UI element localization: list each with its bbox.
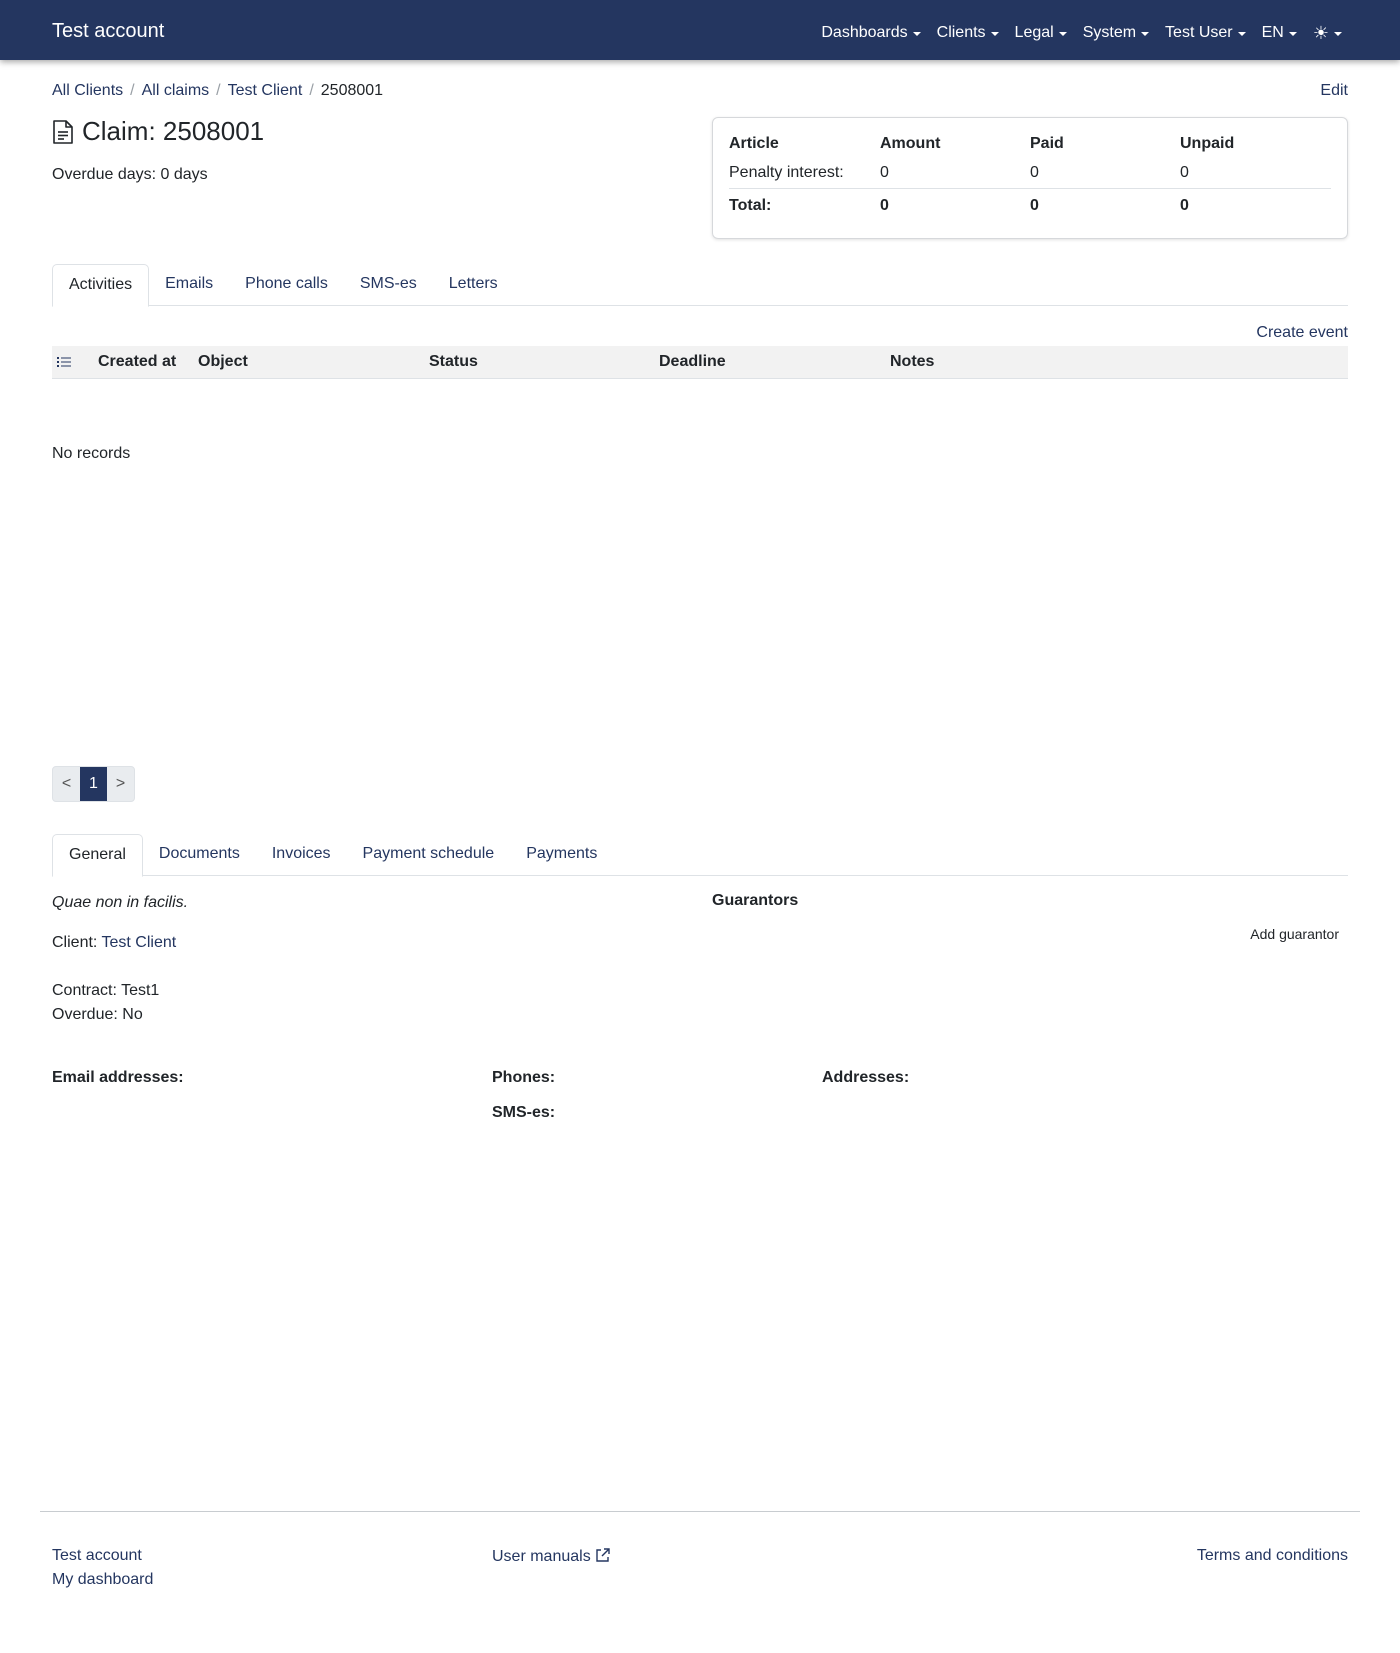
breadcrumb-separator: /	[309, 82, 314, 99]
sun-icon: ☀	[1312, 23, 1329, 43]
phones-label: Phones:	[492, 1069, 556, 1086]
tab-payment-schedule[interactable]: Payment schedule	[347, 834, 511, 876]
nav-user-label: Test User	[1165, 24, 1233, 41]
table-cell: 0	[1180, 158, 1331, 189]
tab-invoices[interactable]: Invoices	[256, 834, 347, 876]
nav-system[interactable]: System	[1082, 24, 1150, 42]
document-icon	[53, 119, 73, 144]
amount-summary-card: Article Amount Paid Unpaid Penalty inter…	[712, 117, 1348, 239]
contract-line: Contract: Test1	[52, 982, 160, 999]
column-header: Article	[729, 135, 779, 152]
breadcrumb-separator: /	[130, 82, 135, 99]
column-header: Unpaid	[1180, 135, 1235, 152]
footer-account-link[interactable]: Test account	[52, 1547, 142, 1565]
top-navbar: Test account Dashboards Clients Legal Sy…	[0, 0, 1400, 60]
guarantors-heading: Guarantors	[712, 892, 799, 909]
overdue-line: Overdue: No	[52, 1006, 143, 1023]
caret-down-icon	[1288, 32, 1297, 36]
create-event-link[interactable]: Create event	[1256, 324, 1348, 342]
column-deadline[interactable]: Deadline	[659, 353, 726, 371]
column-created-at[interactable]: Created at	[98, 353, 176, 371]
tab-general[interactable]: General	[52, 834, 143, 877]
table-header-row: Article Amount Paid Unpaid	[729, 128, 1331, 158]
caret-down-icon	[1334, 32, 1342, 36]
client-label: Client:	[52, 934, 98, 951]
caret-down-icon	[1058, 32, 1067, 36]
table-cell: Penalty interest:	[729, 158, 880, 189]
caret-down-icon	[990, 32, 999, 36]
breadcrumb: All Clients / All claims / Test Client /…	[52, 82, 383, 100]
table-cell: 0	[1030, 158, 1180, 189]
pagination-prev[interactable]: <	[53, 767, 80, 801]
page-title: Claim: 2508001	[52, 116, 264, 147]
nav-system-label: System	[1082, 24, 1137, 41]
caret-down-icon	[912, 32, 921, 36]
pagination-page[interactable]: 1	[80, 767, 107, 801]
nav-user[interactable]: Test User	[1165, 24, 1246, 42]
page-title-text: Claim: 2508001	[82, 116, 265, 146]
table-cell: 0	[880, 196, 889, 214]
amount-summary-table: Article Amount Paid Unpaid Penalty inter…	[729, 128, 1331, 219]
external-link-icon	[596, 1548, 610, 1562]
breadcrumb-all-claims[interactable]: All claims	[142, 82, 210, 100]
tab-emails[interactable]: Emails	[149, 264, 229, 306]
table-cell: 0	[1030, 196, 1039, 214]
breadcrumb-test-client[interactable]: Test Client	[228, 82, 303, 100]
nav-clients-label: Clients	[936, 24, 986, 41]
total-row: Total: 0 0 0	[729, 188, 1331, 219]
pagination-next[interactable]: >	[107, 767, 134, 801]
breadcrumb-all-clients[interactable]: All Clients	[52, 82, 123, 100]
column-object[interactable]: Object	[198, 353, 248, 371]
tab-payments[interactable]: Payments	[510, 834, 613, 876]
tab-sms[interactable]: SMS-es	[344, 264, 433, 306]
activity-table-header: Created at Object Status Deadline Notes	[52, 346, 1348, 379]
tab-activities[interactable]: Activities	[52, 264, 150, 307]
client-line: Client: Test Client	[52, 934, 176, 952]
no-records-message: No records	[52, 445, 131, 462]
nav-legal-label: Legal	[1014, 24, 1054, 41]
nav-legal[interactable]: Legal	[1015, 24, 1067, 42]
table-cell: Total:	[729, 196, 772, 214]
column-header: Paid	[1030, 135, 1064, 152]
breadcrumb-current: 2508001	[320, 82, 384, 99]
detail-tabs: General Documents Invoices Payment sched…	[52, 834, 1348, 877]
edit-link[interactable]: Edit	[1320, 82, 1348, 100]
nav-language[interactable]: EN	[1262, 24, 1297, 42]
list-icon[interactable]	[56, 355, 72, 369]
column-notes[interactable]: Notes	[890, 353, 934, 371]
table-cell: 0	[880, 158, 1030, 189]
sms-label: SMS-es:	[492, 1104, 556, 1121]
nav-dashboards[interactable]: Dashboards	[821, 24, 921, 42]
footer-divider	[40, 1511, 1360, 1512]
nav-menu: Dashboards Clients Legal System Test Use…	[805, 24, 1342, 42]
table-row: Penalty interest: 0 0 0	[729, 158, 1331, 189]
brand-link[interactable]: Test account	[52, 20, 164, 43]
tab-phone-calls[interactable]: Phone calls	[229, 264, 344, 306]
footer-terms-link[interactable]: Terms and conditions	[1197, 1547, 1348, 1565]
footer-manuals-label: User manuals	[492, 1548, 591, 1565]
column-status[interactable]: Status	[429, 353, 478, 371]
overdue-days: Overdue days: 0 days	[52, 166, 208, 183]
nav-theme[interactable]: ☀	[1313, 24, 1342, 42]
add-guarantor-button[interactable]: Add guarantor	[1250, 926, 1339, 942]
email-addresses-label: Email addresses:	[52, 1069, 184, 1086]
footer-dashboard-link[interactable]: My dashboard	[52, 1571, 153, 1589]
addresses-label: Addresses:	[822, 1069, 910, 1086]
caret-down-icon	[1141, 32, 1150, 36]
nav-language-label: EN	[1261, 24, 1284, 41]
column-header: Amount	[880, 135, 941, 152]
activity-tabs: Activities Emails Phone calls SMS-es Let…	[52, 264, 1348, 307]
tab-letters[interactable]: Letters	[433, 264, 514, 306]
nav-clients[interactable]: Clients	[937, 24, 999, 42]
table-cell: 0	[1180, 196, 1189, 214]
nav-dashboards-label: Dashboards	[821, 24, 908, 41]
caret-down-icon	[1237, 32, 1246, 36]
pagination: < 1 >	[52, 766, 135, 802]
claim-description: Quae non in facilis.	[52, 894, 189, 911]
breadcrumb-separator: /	[216, 82, 221, 99]
tab-documents[interactable]: Documents	[143, 834, 256, 876]
client-link[interactable]: Test Client	[102, 934, 177, 951]
footer-manuals-link[interactable]: User manuals	[492, 1547, 611, 1566]
